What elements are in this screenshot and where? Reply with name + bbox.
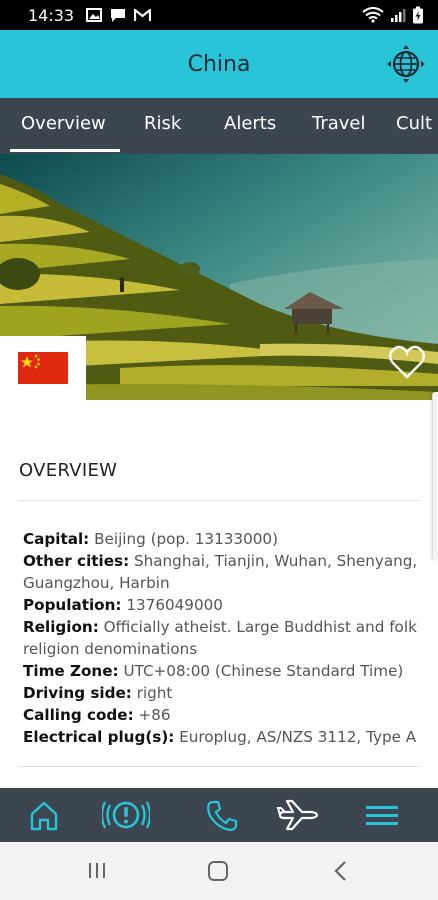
fact-label: Driving side:: [23, 684, 132, 702]
fact-label: Population:: [23, 596, 122, 614]
phone-icon[interactable]: [202, 796, 242, 834]
overview-section-title: OVERVIEW: [19, 460, 118, 481]
app-header: China: [0, 30, 438, 98]
menu-icon[interactable]: [362, 796, 402, 834]
back-icon[interactable]: [326, 858, 356, 884]
recent-apps-icon[interactable]: [82, 858, 112, 884]
fact-value: +86: [138, 706, 171, 724]
tab-risk[interactable]: Risk: [144, 113, 181, 134]
fact-label: Time Zone:: [23, 662, 119, 680]
heart-icon[interactable]: [388, 344, 426, 380]
fact-driving-side: Driving side: right: [23, 682, 423, 704]
overview-divider-top: [18, 500, 420, 501]
alert-icon[interactable]: [102, 796, 150, 834]
fact-label: Calling code:: [23, 706, 134, 724]
fact-religion: Religion: Officially atheist. Large Budd…: [23, 616, 423, 660]
fact-other-cities: Other cities: Shanghai, Tianjin, Wuhan, …: [23, 550, 423, 594]
tab-overview[interactable]: Overview: [21, 113, 106, 134]
battery-icon: [413, 6, 423, 24]
fact-value: Europlug, AS/NZS 3112, Type A: [179, 728, 417, 746]
fact-label: Capital:: [23, 530, 90, 548]
flag-container: [0, 336, 86, 400]
overview-divider-bottom: [18, 766, 420, 767]
fact-label: Other cities:: [23, 552, 130, 570]
overview-facts: Capital: Beijing (pop. 13133000) Other c…: [23, 528, 423, 748]
status-indicators: [362, 6, 424, 24]
wifi-icon: [362, 7, 384, 23]
plane-icon[interactable]: [276, 796, 320, 834]
fact-value: UTC+08:00 (Chinese Standard Time): [123, 662, 404, 680]
globe-crosshair-icon[interactable]: [386, 44, 426, 84]
side-drawer-handle[interactable]: [432, 392, 438, 560]
fact-capital: Capital: Beijing (pop. 13133000): [23, 528, 423, 550]
message-notification-icon: [111, 8, 126, 22]
gmail-notification-icon: [134, 8, 152, 21]
notification-icons: [86, 8, 152, 23]
fact-calling-code: Calling code: +86: [23, 704, 423, 726]
tab-culture[interactable]: Cult: [396, 113, 432, 134]
fact-value: right: [136, 684, 173, 702]
country-title: China: [187, 51, 251, 77]
fact-time-zone: Time Zone: UTC+08:00 (Chinese Standard T…: [23, 660, 423, 682]
home-icon[interactable]: [24, 796, 64, 834]
status-time: 14:33: [28, 5, 75, 25]
fact-value: 1376049000: [126, 596, 223, 614]
active-tab-indicator: [10, 149, 120, 152]
tab-alerts[interactable]: Alerts: [224, 113, 276, 134]
home-button-icon[interactable]: [203, 858, 233, 884]
status-bar: 14:33: [0, 0, 438, 30]
fact-plugs: Electrical plug(s): Europlug, AS/NZS 311…: [23, 726, 423, 748]
image-notification-icon: [86, 8, 103, 22]
system-nav-bar: [0, 842, 438, 900]
bottom-nav: [0, 788, 438, 842]
fact-label: Religion:: [23, 618, 99, 636]
tab-bar: Overview Risk Alerts Travel Cult: [0, 98, 438, 154]
tab-travel[interactable]: Travel: [312, 113, 366, 134]
signal-icon: [391, 9, 406, 22]
fact-label: Electrical plug(s):: [23, 728, 175, 746]
fact-population: Population: 1376049000: [23, 594, 423, 616]
fact-value: Beijing (pop. 13133000): [94, 530, 278, 548]
china-flag-icon: [18, 352, 68, 384]
